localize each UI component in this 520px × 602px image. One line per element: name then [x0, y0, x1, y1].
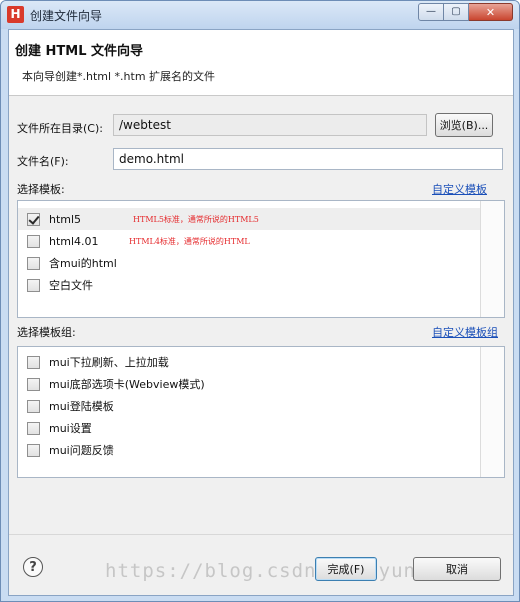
app-logo-icon: H — [7, 6, 24, 23]
template-item-mui-html[interactable]: 含mui的html — [18, 252, 480, 274]
template-item-blank[interactable]: 空白文件 — [18, 274, 480, 296]
template-checkbox-html401[interactable] — [27, 234, 40, 248]
template-item-label: 空白文件 — [49, 279, 93, 292]
template-group-checkbox[interactable] — [27, 421, 40, 435]
footer-divider — [9, 534, 513, 535]
template-group-item-label: mui登陆模板 — [49, 400, 114, 413]
template-group-item-label: mui问题反馈 — [49, 444, 114, 457]
wizard-title: 创建 HTML 文件向导 — [15, 44, 144, 59]
filename-label: 文件名(F): — [17, 155, 69, 168]
close-button[interactable]: ✕ — [469, 3, 513, 21]
wizard-header: 创建 HTML 文件向导 本向导创建*.html *.htm 扩展名的文件 — [9, 30, 513, 96]
template-group-checkbox[interactable] — [27, 443, 40, 457]
template-group-item[interactable]: mui下拉刷新、上拉加载 — [18, 351, 480, 373]
template-group-item-label: mui下拉刷新、上拉加载 — [49, 356, 169, 369]
template-group-checkbox[interactable] — [27, 399, 40, 413]
custom-template-group-link[interactable]: 自定义模板组 — [432, 324, 498, 340]
template-item-label: 含mui的html — [49, 257, 117, 270]
close-icon: ✕ — [485, 5, 496, 19]
template-checkbox-html5[interactable] — [27, 212, 40, 226]
filename-input[interactable] — [113, 148, 503, 170]
window-title: 创建文件向导 — [30, 9, 103, 23]
template-group-item-label: mui设置 — [49, 422, 92, 435]
finish-button[interactable]: 完成(F) — [315, 557, 377, 581]
directory-label: 文件所在目录(C): — [17, 122, 103, 135]
template-item-label: html5 — [49, 212, 82, 226]
help-icon[interactable]: ? — [23, 557, 43, 577]
template-item-label: html4.01 — [49, 234, 99, 248]
template-list-scrollbar[interactable] — [480, 201, 504, 317]
template-group-item-label: mui底部选项卡(Webview模式) — [49, 378, 205, 391]
minimize-icon: — — [426, 6, 436, 17]
maximize-button[interactable]: ▢ — [444, 3, 469, 21]
wizard-window: H 创建文件向导 — ▢ ✕ 创建 HTML 文件向导 本向导创建*.html … — [0, 0, 520, 602]
template-group-item[interactable]: mui登陆模板 — [18, 395, 480, 417]
wizard-description: 本向导创建*.html *.htm 扩展名的文件 — [22, 70, 216, 83]
custom-template-link[interactable]: 自定义模板 — [432, 181, 487, 197]
template-item-desc: HTML5标准，通常所说的HTML5 — [133, 214, 259, 224]
browse-button[interactable]: 浏览(B)... — [435, 113, 493, 137]
template-group-list[interactable]: mui下拉刷新、上拉加载 mui底部选项卡(Webview模式) mui登陆模板… — [17, 346, 505, 478]
directory-input[interactable] — [113, 114, 427, 136]
minimize-button[interactable]: — — [418, 3, 444, 21]
template-checkbox-blank[interactable] — [27, 278, 40, 292]
template-item-html5[interactable]: html5 HTML5标准，通常所说的HTML5 — [18, 208, 480, 230]
template-group-item[interactable]: mui设置 — [18, 417, 480, 439]
template-group-list-scrollbar[interactable] — [480, 347, 504, 477]
template-item-desc: HTML4标准，通常所说的HTML — [129, 236, 250, 246]
template-item-html401[interactable]: html4.01 HTML4标准，通常所说的HTML — [18, 230, 480, 252]
template-checkbox-mui-html[interactable] — [27, 256, 40, 270]
template-group-label: 选择模板组: — [17, 326, 76, 339]
title-bar[interactable]: H 创建文件向导 — ▢ ✕ — [1, 1, 519, 29]
maximize-icon: ▢ — [451, 6, 461, 17]
template-group-checkbox[interactable] — [27, 355, 40, 369]
dialog-body: 创建 HTML 文件向导 本向导创建*.html *.htm 扩展名的文件 文件… — [8, 29, 514, 596]
template-group-item[interactable]: mui问题反馈 — [18, 439, 480, 461]
template-group-checkbox[interactable] — [27, 377, 40, 391]
window-controls: — ▢ ✕ — [418, 3, 513, 21]
template-list[interactable]: html5 HTML5标准，通常所说的HTML5 html4.01 HTML4标… — [17, 200, 505, 318]
template-label: 选择模板: — [17, 183, 65, 196]
cancel-button[interactable]: 取消 — [413, 557, 501, 581]
template-group-item[interactable]: mui底部选项卡(Webview模式) — [18, 373, 480, 395]
